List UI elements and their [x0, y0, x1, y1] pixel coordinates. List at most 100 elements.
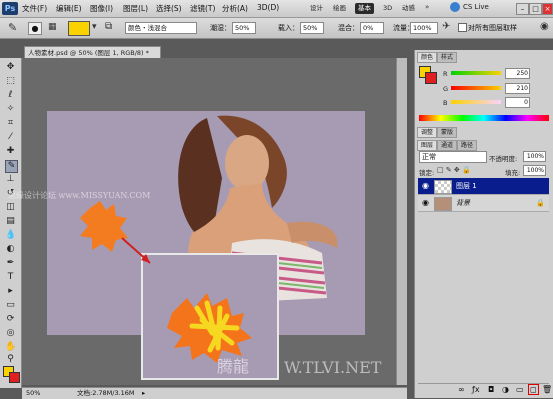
menu-analysis[interactable]: 分析(A) — [222, 3, 248, 14]
vertical-scrollbar[interactable] — [396, 58, 407, 385]
layer-row-background[interactable]: ◉ 背景 🔒 — [418, 195, 549, 212]
tools-panel: ✥ ⬚ ℓ ✧ ⌗ ⁄ ✚ ✎ ⊥ ↺ ◫ ▤ 💧 ◐ ✒ T ▸ ▭ ⟳ ◎ … — [0, 58, 22, 388]
menu-filter[interactable]: 滤镜(T) — [190, 3, 215, 14]
fill-field[interactable]: 100% — [523, 165, 546, 176]
brush-preset-icon[interactable]: ● — [28, 22, 42, 35]
menu-edit[interactable]: 编辑(E) — [56, 3, 82, 14]
color-spectrum-ramp[interactable] — [419, 115, 549, 121]
tab-styles[interactable]: 样式 — [437, 52, 458, 63]
tab-channels[interactable]: 通道 — [437, 140, 458, 151]
wetness-label: 潮湿： — [210, 24, 231, 32]
tab-masks[interactable]: 蒙版 — [437, 127, 458, 138]
load-label: 载入： — [278, 24, 299, 32]
menu-bar: Ps 文件(F) 编辑(E) 图像(I) 图层(L) 选择(S) 滤镜(T) 分… — [0, 0, 553, 18]
menu-select[interactable]: 选择(S) — [156, 3, 182, 14]
tab-adjustments[interactable]: 调整 — [417, 127, 438, 138]
dodge-tool-icon[interactable]: ◐ — [5, 244, 16, 255]
quick-select-tool-icon[interactable]: ✧ — [5, 104, 16, 115]
chevron-right-icon[interactable]: » — [425, 3, 429, 11]
link-layers-icon[interactable]: ∞ — [458, 385, 465, 394]
wetness-field[interactable]: 50% — [232, 22, 256, 34]
new-layer-icon[interactable]: ◻ — [528, 384, 539, 395]
menu-image[interactable]: 图像(I) — [90, 3, 113, 14]
new-group-icon[interactable]: ▭ — [516, 385, 524, 394]
move-tool-icon[interactable]: ✥ — [5, 62, 16, 73]
shape-tool-icon[interactable]: ▭ — [5, 300, 16, 311]
mix-field[interactable]: 0% — [360, 22, 384, 34]
3d-orbit-tool-icon[interactable]: ◎ — [5, 328, 16, 339]
mixer-brush-tool-icon[interactable]: ✎ — [8, 21, 17, 34]
tab-color[interactable]: 颜色 — [417, 52, 438, 63]
marquee-tool-icon[interactable]: ⬚ — [5, 76, 16, 87]
adjustment-layer-icon[interactable]: ◑ — [502, 385, 509, 394]
status-zoom[interactable]: 50% — [26, 388, 40, 399]
status-arrow-icon[interactable]: ▸ — [142, 388, 145, 399]
photoshop-logo: Ps — [2, 2, 18, 15]
current-load-swatch[interactable] — [68, 21, 90, 36]
workspace-essentials[interactable]: 基本 — [355, 3, 374, 14]
b-slider[interactable] — [451, 100, 501, 104]
canvas-artwork[interactable] — [22, 58, 407, 385]
mixer-mode-select[interactable]: 颜色・浅混合 — [125, 22, 197, 34]
eyedropper-tool-icon[interactable]: ⁄ — [5, 132, 16, 143]
b-value[interactable]: 0 — [505, 97, 530, 108]
clean-brush-icon[interactable]: ⧉ — [105, 21, 112, 32]
menu-3d[interactable]: 3D(D) — [257, 3, 279, 12]
workspace-motion[interactable]: 动感 — [399, 3, 418, 14]
r-label: R — [443, 70, 448, 78]
g-slider[interactable] — [451, 86, 501, 90]
workspace-3d[interactable]: 3D — [380, 3, 395, 14]
r-slider[interactable] — [451, 71, 501, 75]
path-select-tool-icon[interactable]: ▸ — [5, 286, 16, 297]
layer-style-icon[interactable]: ƒx — [472, 385, 480, 394]
flow-field[interactable]: 100% — [410, 22, 438, 34]
brush-panel-icon[interactable]: ▦ — [48, 22, 57, 32]
layer-mask-icon[interactable]: ◘ — [488, 385, 494, 394]
stamp-tool-icon[interactable]: ⊥ — [5, 174, 16, 185]
sample-all-layers-checkbox[interactable] — [458, 23, 467, 32]
type-tool-icon[interactable]: T — [5, 272, 16, 283]
layer-name[interactable]: 背景 — [456, 195, 470, 211]
g-value[interactable]: 210 — [505, 83, 530, 94]
workspace-painting[interactable]: 绘画 — [330, 3, 349, 14]
blur-tool-icon[interactable]: 💧 — [5, 230, 16, 241]
layer-name[interactable]: 图层 1 — [456, 178, 477, 194]
pen-tool-icon[interactable]: ✒ — [5, 258, 16, 269]
airbrush-icon[interactable]: ✈ — [442, 21, 450, 32]
gradient-tool-icon[interactable]: ▤ — [5, 216, 16, 227]
load-brush-icon[interactable]: ▾ — [92, 22, 97, 32]
layers-panel-footer: ∞ ƒx ◘ ◑ ▭ ◻ 🗑 — [418, 383, 552, 397]
maximize-icon[interactable]: □ — [529, 3, 542, 15]
delete-layer-icon[interactable]: 🗑 — [542, 385, 552, 394]
minimize-icon[interactable]: – — [516, 3, 529, 15]
load-field[interactable]: 50% — [300, 22, 324, 34]
document-window: 思缘设计论坛 www.MISSYUAN.COM 腾龍 W.TLVI.NET — [8, 58, 407, 385]
pressure-icon[interactable]: ◉ — [540, 21, 549, 32]
workspace-design[interactable]: 设计 — [307, 3, 326, 14]
eye-icon[interactable]: ◉ — [422, 178, 429, 194]
3d-rotate-tool-icon[interactable]: ⟳ — [5, 314, 16, 325]
layer-row-layer1[interactable]: ◉ 图层 1 — [418, 178, 549, 195]
options-bar: ✎ ● ▦ ▾ ⧉ 颜色・浅混合 潮湿： 50% 载入： 50% 混合： 0% … — [0, 18, 553, 39]
opacity-field[interactable]: 100% — [523, 151, 546, 162]
brush-tool-icon[interactable]: ✎ — [5, 160, 18, 173]
eye-icon[interactable]: ◉ — [422, 195, 429, 211]
eraser-tool-icon[interactable]: ◫ — [5, 202, 16, 213]
tab-paths[interactable]: 路径 — [457, 140, 478, 151]
close-icon[interactable]: × — [542, 3, 553, 15]
healing-tool-icon[interactable]: ✚ — [5, 146, 16, 157]
crop-tool-icon[interactable]: ⌗ — [5, 118, 16, 129]
lock-label: 锁定: — [419, 169, 435, 177]
r-value[interactable]: 250 — [505, 68, 530, 79]
zoom-tool-icon[interactable]: ⚲ — [5, 354, 16, 365]
lock-icons[interactable]: □ ✎ ✥ 🔒 — [437, 166, 471, 174]
menu-layer[interactable]: 图层(L) — [123, 3, 148, 14]
menu-file[interactable]: 文件(F) — [22, 3, 47, 14]
blend-mode-select[interactable]: 正常 — [419, 151, 487, 163]
hand-tool-icon[interactable]: ✋ — [5, 342, 16, 353]
lasso-tool-icon[interactable]: ℓ — [5, 90, 16, 101]
background-color-swatch[interactable] — [9, 372, 20, 383]
cs-live-button[interactable]: CS Live — [463, 3, 489, 11]
tab-layers[interactable]: 图层 — [417, 140, 438, 151]
color-panel-bg-swatch[interactable] — [425, 72, 437, 84]
